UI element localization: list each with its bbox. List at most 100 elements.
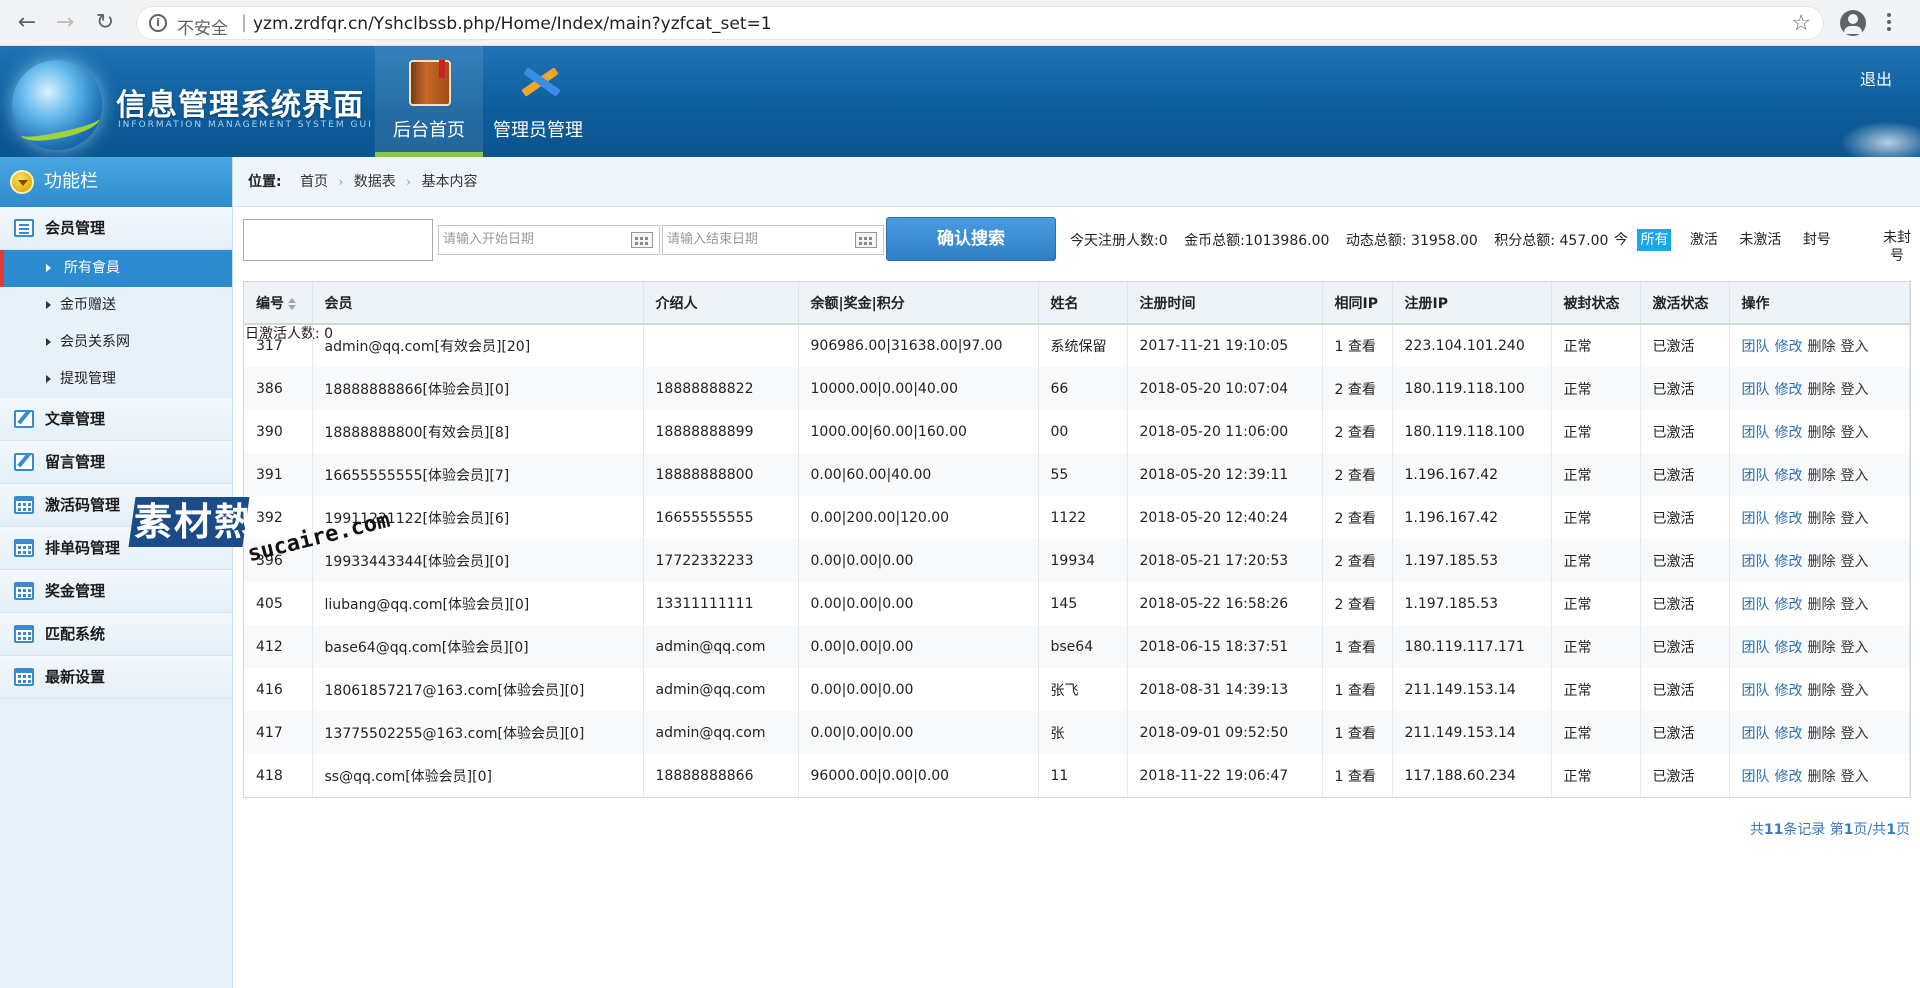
cell-name: 11 [1038, 754, 1128, 797]
sidebar-header[interactable]: 功能栏 [0, 157, 232, 207]
delete-link[interactable]: 删除 [1808, 683, 1836, 699]
edit-link[interactable]: 修改 [1775, 339, 1803, 355]
login-link[interactable]: 登入 [1841, 468, 1869, 484]
cell-same-ip[interactable]: 1 查看 [1322, 625, 1393, 668]
cell-same-ip[interactable]: 2 查看 [1322, 410, 1393, 453]
sidebar-group-matching[interactable]: 匹配系统 [0, 613, 232, 656]
url-text[interactable]: yzm.zrdfqr.cn/Yshclbssb.php/Home/Index/m… [253, 14, 772, 34]
team-link[interactable]: 团队 [1742, 511, 1770, 527]
sort-icon[interactable] [288, 297, 296, 310]
login-link[interactable]: 登入 [1841, 554, 1869, 570]
delete-link[interactable]: 删除 [1808, 554, 1836, 570]
edit-link[interactable]: 修改 [1775, 597, 1803, 613]
filter-not-banned[interactable]: 未封号 [1882, 229, 1912, 265]
cell-activation-status: 已激活 [1640, 668, 1730, 711]
edit-link[interactable]: 修改 [1775, 683, 1803, 699]
login-link[interactable]: 登入 [1841, 640, 1869, 656]
reload-icon[interactable]: ↻ [92, 10, 118, 36]
cell-same-ip[interactable]: 2 查看 [1322, 453, 1393, 496]
sidebar-group-label: 激活码管理 [45, 496, 121, 514]
delete-link[interactable]: 删除 [1808, 339, 1836, 355]
delete-link[interactable]: 删除 [1808, 468, 1836, 484]
sidebar-item-gold-gift[interactable]: 金币赠送 [0, 287, 232, 324]
login-link[interactable]: 登入 [1841, 597, 1869, 613]
team-link[interactable]: 团队 [1742, 339, 1770, 355]
cell-same-ip[interactable]: 2 查看 [1322, 582, 1393, 625]
end-date-input[interactable]: 请输入结束日期 [662, 225, 884, 255]
back-arrow-icon[interactable]: ← [14, 10, 40, 36]
breadcrumb-home[interactable]: 首页 [300, 174, 328, 190]
edit-link[interactable]: 修改 [1775, 511, 1803, 527]
sidebar-group-members[interactable]: 会员管理 [0, 207, 232, 250]
keyword-input[interactable] [243, 219, 433, 261]
collapse-arrow-icon[interactable] [10, 170, 34, 194]
edit-link[interactable]: 修改 [1775, 468, 1803, 484]
login-link[interactable]: 登入 [1841, 382, 1869, 398]
cell-name: 19934 [1038, 539, 1128, 582]
sidebar-item-member-network[interactable]: 会员关系网 [0, 324, 232, 361]
team-link[interactable]: 团队 [1742, 726, 1770, 742]
sidebar-item-withdrawal[interactable]: 提现管理 [0, 361, 232, 398]
cell-same-ip[interactable]: 2 查看 [1322, 496, 1393, 539]
sidebar-group-settings[interactable]: 最新设置 [0, 656, 232, 699]
team-link[interactable]: 团队 [1742, 683, 1770, 699]
browser-menu-icon[interactable] [1885, 10, 1893, 36]
address-bar[interactable]: i 不安全 | yzm.zrdfqr.cn/Yshclbssb.php/Home… [136, 6, 1824, 40]
info-icon[interactable]: i [149, 14, 167, 32]
team-link[interactable]: 团队 [1742, 554, 1770, 570]
cell-same-ip[interactable]: 1 查看 [1322, 324, 1393, 367]
sidebar-group-articles[interactable]: 文章管理 [0, 398, 232, 441]
team-link[interactable]: 团队 [1742, 769, 1770, 785]
sidebar-group-bonus[interactable]: 奖金管理 [0, 570, 232, 613]
bookmark-star-icon[interactable]: ☆ [1791, 11, 1811, 36]
tab-admin-management[interactable]: 管理员管理 [484, 46, 592, 157]
calendar-icon[interactable] [855, 232, 877, 248]
filter-all[interactable]: 所有 [1637, 229, 1672, 251]
edit-link[interactable]: 修改 [1775, 554, 1803, 570]
cell-same-ip[interactable]: 1 查看 [1322, 668, 1393, 711]
filter-banned[interactable]: 封号 [1800, 229, 1834, 251]
cell-same-ip[interactable]: 1 查看 [1322, 754, 1393, 797]
edit-link[interactable]: 修改 [1775, 425, 1803, 441]
edit-link[interactable]: 修改 [1775, 726, 1803, 742]
cell-id: 418 [244, 754, 313, 797]
confirm-search-button[interactable]: 确认搜索 [886, 217, 1056, 261]
filter-not-activated[interactable]: 未激活 [1736, 229, 1784, 251]
calendar-icon[interactable] [631, 232, 653, 248]
breadcrumb-basic-content[interactable]: 基本内容 [422, 174, 478, 190]
team-link[interactable]: 团队 [1742, 382, 1770, 398]
delete-link[interactable]: 删除 [1808, 425, 1836, 441]
edit-link[interactable]: 修改 [1775, 382, 1803, 398]
breadcrumb-datatable[interactable]: 数据表 [354, 174, 396, 190]
cell-same-ip[interactable]: 2 查看 [1322, 539, 1393, 582]
login-link[interactable]: 登入 [1841, 511, 1869, 527]
team-link[interactable]: 团队 [1742, 468, 1770, 484]
delete-link[interactable]: 删除 [1808, 726, 1836, 742]
delete-link[interactable]: 删除 [1808, 597, 1836, 613]
tab-dashboard-home[interactable]: 后台首页 [375, 46, 483, 157]
team-link[interactable]: 团队 [1742, 425, 1770, 441]
logout-link[interactable]: 退出 [1860, 66, 1892, 90]
cell-same-ip[interactable]: 1 查看 [1322, 711, 1393, 754]
login-link[interactable]: 登入 [1841, 425, 1869, 441]
team-link[interactable]: 团队 [1742, 597, 1770, 613]
profile-avatar-icon[interactable] [1840, 10, 1866, 36]
cell-same-ip[interactable]: 2 查看 [1322, 367, 1393, 410]
login-link[interactable]: 登入 [1841, 683, 1869, 699]
delete-link[interactable]: 删除 [1808, 382, 1836, 398]
sidebar-item-all-members[interactable]: 所有會員 [0, 250, 232, 287]
delete-link[interactable]: 删除 [1808, 640, 1836, 656]
login-link[interactable]: 登入 [1841, 769, 1869, 785]
delete-link[interactable]: 删除 [1808, 769, 1836, 785]
col-id[interactable]: 编号 [244, 282, 313, 325]
edit-link[interactable]: 修改 [1775, 769, 1803, 785]
login-link[interactable]: 登入 [1841, 726, 1869, 742]
edit-link[interactable]: 修改 [1775, 640, 1803, 656]
team-link[interactable]: 团队 [1742, 640, 1770, 656]
filter-activated[interactable]: 激活 [1687, 229, 1721, 251]
start-date-input[interactable]: 请输入开始日期 [438, 225, 660, 255]
forward-arrow-icon[interactable]: → [52, 10, 78, 36]
sidebar-group-messages[interactable]: 留言管理 [0, 441, 232, 484]
login-link[interactable]: 登入 [1841, 339, 1869, 355]
delete-link[interactable]: 删除 [1808, 511, 1836, 527]
